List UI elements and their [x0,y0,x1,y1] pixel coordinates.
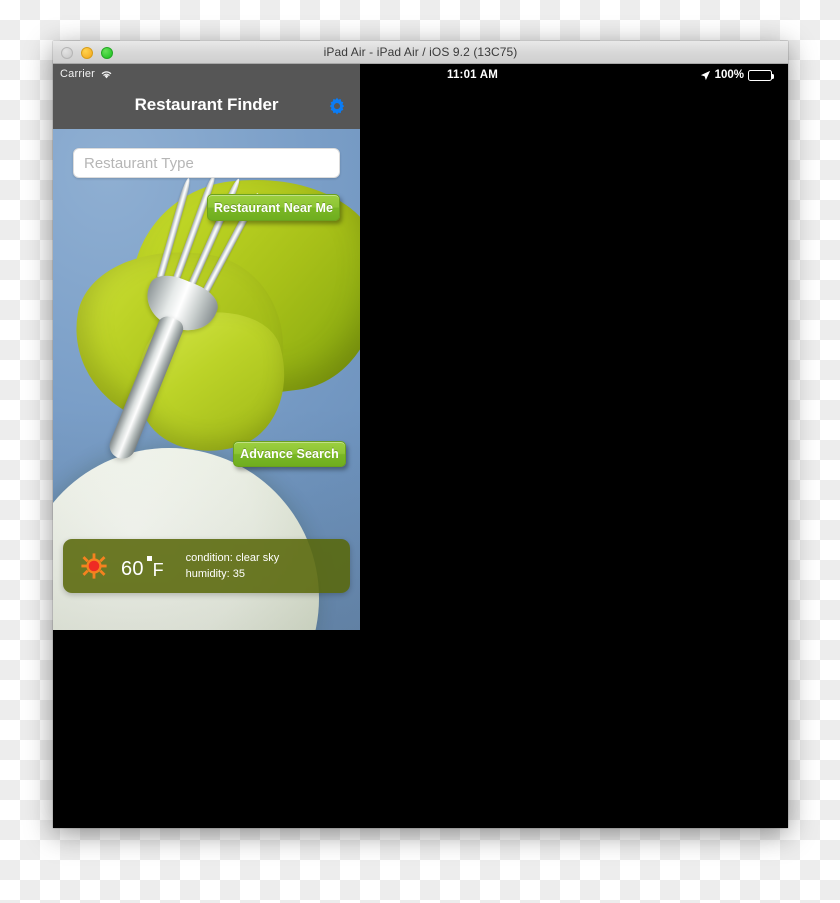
window-titlebar[interactable]: iPad Air - iPad Air / iOS 9.2 (13C75) [53,41,788,64]
restaurant-near-me-button[interactable]: Restaurant Near Me [207,194,340,221]
simulator-blank-bottom [53,630,360,828]
minimize-window-button[interactable] [81,46,93,59]
ios-device-screen: Carrier Restaurant Finder Restaurant Typ… [53,64,360,630]
advance-search-button[interactable]: Advance Search [233,441,346,467]
degree-symbol-icon [146,556,152,561]
simulator-blank-right [360,86,788,828]
ios-status-bar-left: Carrier [53,64,360,84]
temperature-value: 60 [121,558,144,580]
wifi-icon [100,69,113,79]
status-bar-battery-group: 100% [700,69,774,81]
simulator-body: 11:01 AM 100% Carrier Restaurant Finder … [53,64,788,828]
battery-percent-label: 100% [714,69,744,81]
weather-summary-bar: 60 F condition: clear sky humidity: 35 [63,539,350,593]
gear-icon[interactable] [326,96,348,118]
close-window-button[interactable] [61,46,73,59]
location-arrow-icon [700,70,711,81]
app-navigation-bar: Restaurant Finder [53,84,360,129]
ios-status-bar-right: 11:01 AM 100% [360,64,788,86]
simulator-window: iPad Air - iPad Air / iOS 9.2 (13C75) 11… [53,41,788,828]
page-title: Restaurant Finder [134,95,279,114]
app-main-content: Restaurant Near Me Advance Search [53,129,360,630]
window-controls [61,41,113,64]
weather-humidity-line: humidity: 35 [185,568,245,580]
status-bar-clock: 11:01 AM [447,69,499,81]
carrier-label: Carrier [60,68,96,80]
sun-icon [81,553,107,579]
temperature-readout: 60 F [121,556,164,580]
weather-details: condition: clear sky humidity: 35 [186,550,280,582]
weather-condition-line: condition: clear sky [185,552,280,564]
battery-full-icon [748,69,774,81]
temperature-unit: F [152,560,164,580]
maximize-window-button[interactable] [101,46,113,59]
search-input[interactable] [73,148,340,178]
window-title: iPad Air - iPad Air / iOS 9.2 (13C75) [323,45,518,59]
